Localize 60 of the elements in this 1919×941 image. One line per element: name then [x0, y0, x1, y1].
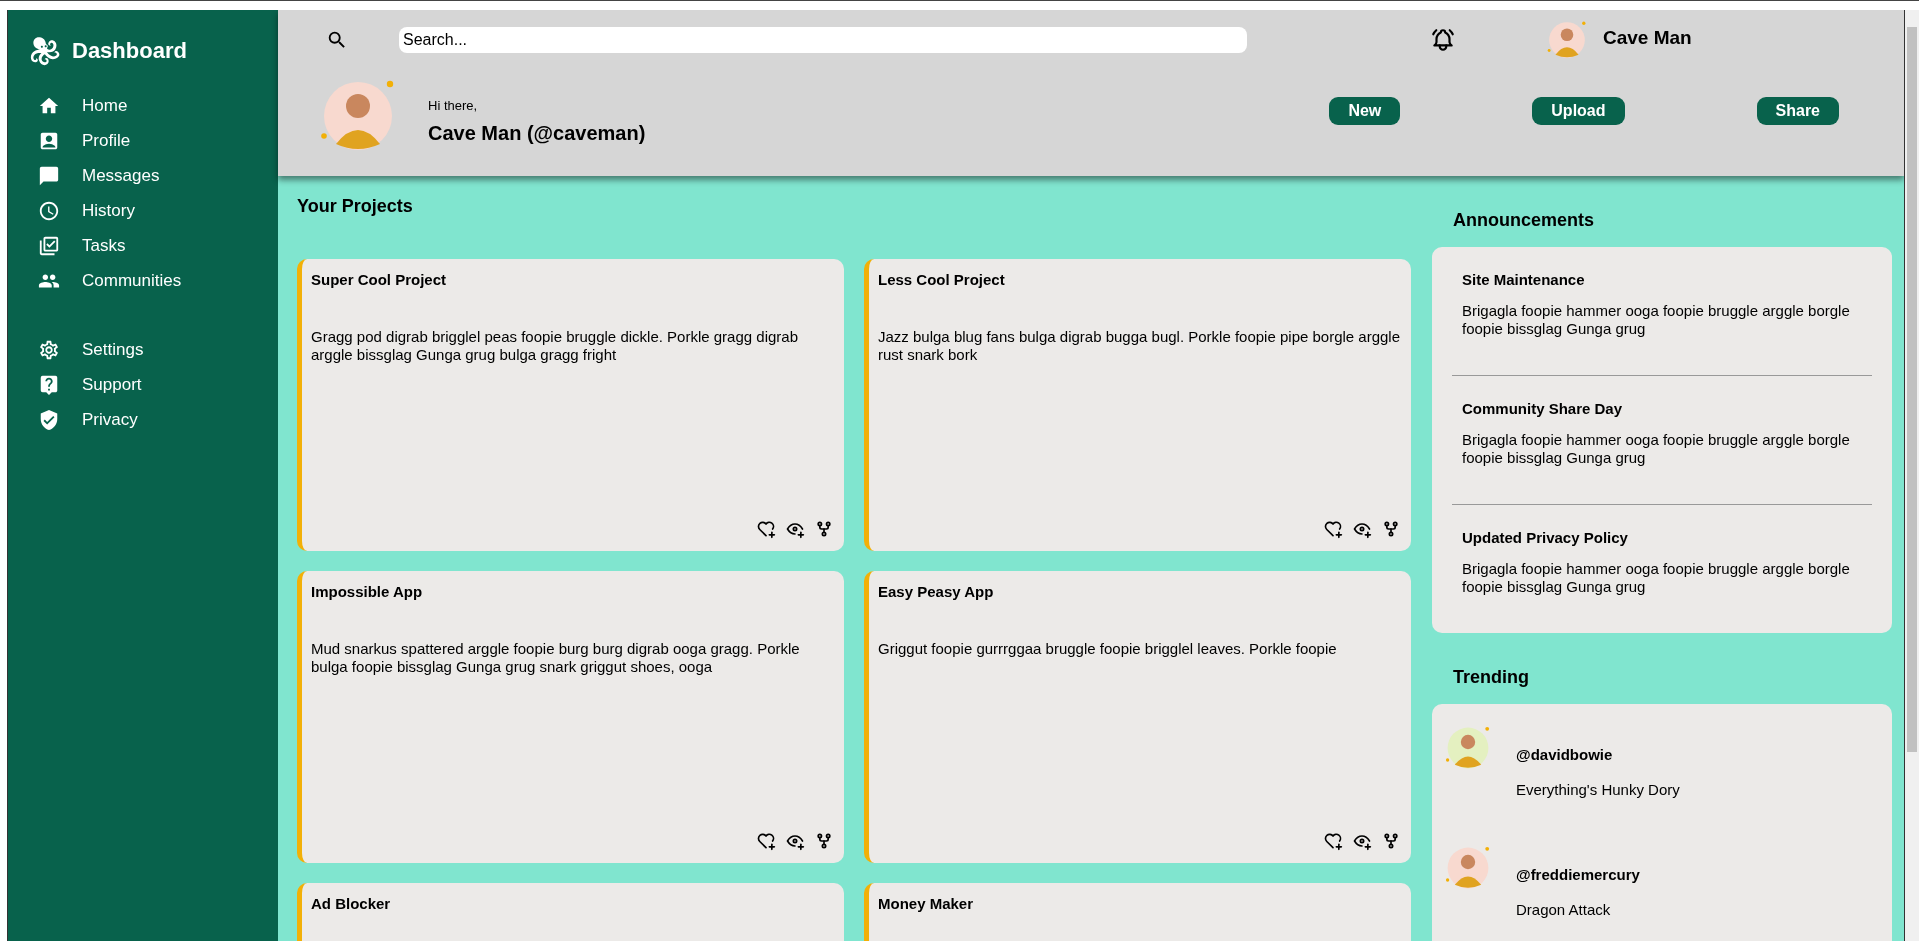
- greeting: Hi there,: [428, 97, 479, 113]
- announcement-text: Brigagla foopie hammer ooga foopie bruggle arggle borgle foopie bissglag Gunga grug: [1462, 431, 1851, 467]
- scrollbar[interactable]: [1905, 10, 1919, 941]
- help-icon: [38, 373, 60, 396]
- project-description: Jazz bulga blug fans bulga digrab bugga bugl. Porkle foopie pipe borgle arggle rust snark bork: [878, 328, 1401, 364]
- project-title: Ad Blocker: [311, 895, 392, 912]
- heart-plus-icon[interactable]: [756, 519, 776, 539]
- nav-item[interactable]: Messages: [30, 158, 278, 193]
- nav-item[interactable]: Support: [30, 367, 278, 402]
- project-title: Impossible App: [311, 583, 424, 600]
- announcement-title: Site Maintenance: [1462, 271, 1586, 288]
- trending-text: Dragon Attack: [1516, 901, 1612, 918]
- project-description: Gragg pod digrab brigglel peas foopie bruggle dickle. Porkle gragg digrab arggle bissglag Gunga grug bulga gragg fright: [311, 328, 799, 364]
- chat-bubble-icon: [38, 164, 60, 187]
- fork-icon[interactable]: [1381, 831, 1401, 851]
- announcement-text: Brigagla foopie hammer ooga foopie bruggle arggle borgle foopie bissglag Gunga grug: [1462, 560, 1851, 596]
- heart-plus-icon[interactable]: [756, 831, 776, 851]
- profile-name: Cave Man (@caveman): [428, 121, 646, 145]
- project-title: Money Maker: [878, 895, 975, 912]
- nav-item[interactable]: Tasks: [30, 228, 278, 263]
- shield-icon: [38, 408, 60, 431]
- action-button[interactable]: Upload: [1532, 97, 1625, 125]
- bell-icon[interactable]: [1430, 27, 1456, 53]
- project-title: Easy Peasy App: [878, 583, 995, 600]
- action-button[interactable]: New: [1329, 97, 1401, 125]
- section-title: Announcements: [1453, 210, 1595, 231]
- project-title: Super Cool Project: [311, 271, 448, 288]
- announcement-title: Updated Privacy Policy: [1462, 529, 1629, 546]
- action-button[interactable]: Share: [1756, 97, 1839, 125]
- heart-plus-icon[interactable]: [1323, 519, 1343, 539]
- nav-item[interactable]: Privacy: [30, 402, 278, 437]
- nav-item[interactable]: Home: [30, 88, 278, 123]
- announcement-title: Community Share Day: [1462, 400, 1624, 417]
- section-title: Your Projects: [297, 196, 414, 217]
- project-title: Less Cool Project: [878, 271, 1006, 288]
- sidebar-title: Dashboard: [72, 38, 187, 64]
- nav-item[interactable]: Profile: [30, 123, 278, 158]
- project-description: Mud snarkus spattered arggle foopie burg burg digrab ooga gragg. Porkle bulga foopie bissglag Gunga grug snark griggut shoes, ooga: [311, 640, 801, 676]
- heart-plus-icon[interactable]: [1323, 831, 1343, 851]
- announcement-text: Brigagla foopie hammer ooga foopie bruggle arggle borgle foopie bissglag Gunga grug: [1462, 302, 1851, 338]
- fork-icon[interactable]: [1381, 519, 1401, 539]
- user-avatar: [1546, 19, 1588, 61]
- trending-handle[interactable]: @freddiemercury: [1516, 866, 1640, 883]
- checklist-icon: [38, 234, 60, 257]
- scrollbar-thumb[interactable]: [1907, 27, 1917, 752]
- user-name: Cave Man: [1603, 27, 1692, 49]
- octopus-logo-icon: [30, 36, 60, 66]
- fork-icon[interactable]: [814, 519, 834, 539]
- trending-handle[interactable]: @davidbowie: [1516, 746, 1680, 763]
- nav-item[interactable]: Settings: [30, 332, 278, 367]
- settings-icon: [38, 338, 60, 361]
- fork-icon[interactable]: [814, 831, 834, 851]
- clock-icon: [38, 199, 60, 222]
- section-title: Trending: [1453, 667, 1530, 688]
- trending-text: Everything's Hunky Dory: [1516, 781, 1680, 798]
- search-field[interactable]: Search...: [399, 27, 1247, 53]
- nav-item[interactable]: History: [30, 193, 278, 228]
- project-description: Griggut foopie gurrrggaa bruggle foopie brigglel leaves. Porkle foopie: [878, 640, 1338, 658]
- search-icon[interactable]: [326, 29, 348, 51]
- nav-item[interactable]: Communities: [30, 263, 278, 298]
